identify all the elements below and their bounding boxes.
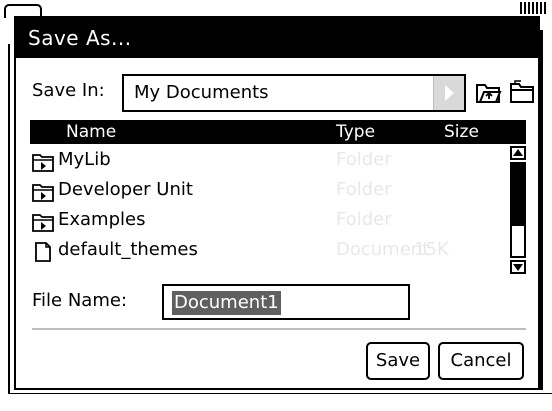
list-item[interactable]: Developer Unit Folder (30, 176, 500, 206)
dialog-title: Save As... (16, 18, 538, 58)
new-folder-icon[interactable] (508, 78, 536, 106)
list-item[interactable]: default_themes Document 15K (30, 236, 500, 266)
save-in-value: My Documents (134, 82, 269, 103)
busy-icon (520, 2, 546, 14)
file-name: default_themes (58, 239, 198, 260)
background-window-bottom-edge (8, 393, 552, 411)
divider (32, 328, 526, 330)
save-as-dialog: Save As... Save In: My Documents Name Ty… (14, 16, 540, 390)
scroll-thumb[interactable] (512, 164, 524, 226)
file-type: Folder (336, 179, 392, 200)
folder-icon (32, 152, 54, 172)
scroll-up-icon[interactable] (510, 146, 526, 160)
folder-icon (32, 182, 54, 202)
scroll-down-icon[interactable] (510, 260, 526, 274)
file-name-value: Document1 (172, 291, 281, 315)
list-item[interactable]: MyLib Folder (30, 146, 500, 176)
file-size: 15K (414, 239, 449, 260)
open-folder-up-icon[interactable] (474, 78, 502, 106)
file-name-field[interactable]: Document1 (162, 284, 410, 320)
scroll-track[interactable] (510, 162, 526, 258)
column-header-size[interactable]: Size (444, 120, 479, 144)
file-name: Examples (58, 209, 146, 230)
file-list-header: Name Type Size (30, 120, 526, 144)
background-window-top (0, 0, 552, 18)
file-name: Developer Unit (58, 179, 193, 200)
background-window-right-edge (540, 30, 552, 390)
column-header-name[interactable]: Name (66, 120, 116, 144)
column-header-type[interactable]: Type (336, 120, 375, 144)
save-in-label: Save In: (32, 80, 105, 101)
file-name-row: File Name: Document1 (30, 284, 530, 320)
file-list-scrollbar[interactable] (510, 146, 526, 274)
file-name: MyLib (58, 149, 111, 170)
dropdown-arrow-icon[interactable] (433, 76, 464, 110)
save-in-dropdown[interactable]: My Documents (122, 74, 466, 112)
file-list: Name Type Size MyLib Folder Developer Un… (30, 120, 526, 276)
file-type: Folder (336, 209, 392, 230)
save-button[interactable]: Save (366, 342, 430, 380)
folder-icon (32, 212, 54, 232)
document-icon (32, 242, 54, 262)
file-type: Folder (336, 149, 392, 170)
cancel-button[interactable]: Cancel (438, 342, 524, 380)
list-item[interactable]: Examples Folder (30, 206, 500, 236)
save-in-row: Save In: My Documents (30, 74, 534, 114)
file-name-label: File Name: (32, 290, 128, 311)
